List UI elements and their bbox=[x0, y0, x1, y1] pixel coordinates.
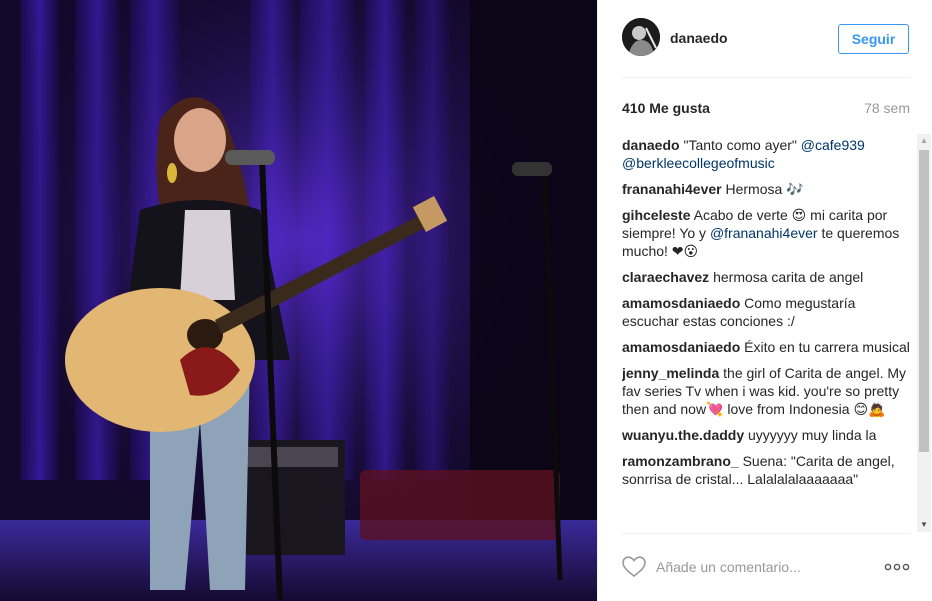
comment-item: wuanyu.the.daddy uyyyyyy muy linda la bbox=[622, 426, 914, 444]
post-details-panel: danaedo Seguir 410 Me gusta 78 sem danae… bbox=[597, 0, 932, 601]
comment-input[interactable] bbox=[656, 556, 866, 578]
likes-count[interactable]: 410 Me gusta bbox=[622, 100, 710, 116]
comment-item: jenny_melinda the girl of Carita de ange… bbox=[622, 364, 914, 418]
comment-item: claraechavez hermosa carita de angel bbox=[622, 268, 914, 286]
comment-text: Hermosa 🎶 bbox=[725, 181, 804, 197]
comment-item: amamosdaniaedo Como megustaría escuchar … bbox=[622, 294, 914, 330]
comment-username[interactable]: amamosdaniaedo bbox=[622, 339, 740, 355]
mention-link[interactable]: @cafe939 bbox=[801, 137, 865, 153]
heart-icon[interactable] bbox=[622, 556, 646, 578]
comment-username[interactable]: danaedo bbox=[622, 137, 680, 153]
follow-button[interactable]: Seguir bbox=[838, 24, 909, 54]
comment-username[interactable]: wuanyu.the.daddy bbox=[622, 427, 744, 443]
comment-username[interactable]: gihceleste bbox=[622, 207, 690, 223]
comment-text: Éxito en tu carrera musical bbox=[744, 339, 910, 355]
comment-text: uyyyyyy muy linda la bbox=[748, 427, 877, 443]
comment-text: "Tanto como ayer" bbox=[683, 137, 801, 153]
comment-item: amamosdaniaedo Éxito en tu carrera music… bbox=[622, 338, 914, 356]
comment-text: hermosa carita de angel bbox=[713, 269, 864, 285]
comments-list: danaedo "Tanto como ayer" @cafe939 @berk… bbox=[622, 136, 914, 532]
mention-link[interactable]: @frananahi4ever bbox=[710, 225, 818, 241]
comment-item: gihceleste Acabo de verte 😍 mi carita po… bbox=[622, 206, 914, 260]
post-header: danaedo Seguir bbox=[622, 18, 910, 78]
comment-bar bbox=[622, 533, 910, 601]
comment-item: frananahi4ever Hermosa 🎶 bbox=[622, 180, 914, 198]
comment-item: danaedo "Tanto como ayer" @cafe939 @berk… bbox=[622, 136, 914, 172]
avatar-image bbox=[622, 18, 660, 56]
comment-item: ramonzambrano_ Suena: "Carita de angel, … bbox=[622, 452, 914, 488]
comment-username[interactable]: ramonzambrano_ bbox=[622, 453, 739, 469]
username[interactable]: danaedo bbox=[670, 30, 728, 46]
more-options-icon[interactable] bbox=[884, 558, 910, 576]
comment-username[interactable]: jenny_melinda bbox=[622, 365, 719, 381]
comment-username[interactable]: amamosdaniaedo bbox=[622, 295, 740, 311]
comment-username[interactable]: claraechavez bbox=[622, 269, 709, 285]
avatar[interactable] bbox=[622, 18, 660, 56]
photo-illustration bbox=[0, 0, 597, 601]
comments-scrollbar[interactable]: ▲ ▼ bbox=[917, 134, 931, 532]
comment-username[interactable]: frananahi4ever bbox=[622, 181, 722, 197]
post-photo[interactable] bbox=[0, 0, 597, 601]
scroll-down-arrow[interactable]: ▼ bbox=[917, 518, 931, 532]
scroll-thumb[interactable] bbox=[919, 150, 929, 452]
mention-link[interactable]: @berkleecollegeofmusic bbox=[622, 155, 775, 171]
post-timestamp[interactable]: 78 sem bbox=[864, 100, 910, 116]
likes-row: 410 Me gusta 78 sem bbox=[622, 100, 910, 120]
scroll-up-arrow[interactable]: ▲ bbox=[917, 134, 931, 148]
